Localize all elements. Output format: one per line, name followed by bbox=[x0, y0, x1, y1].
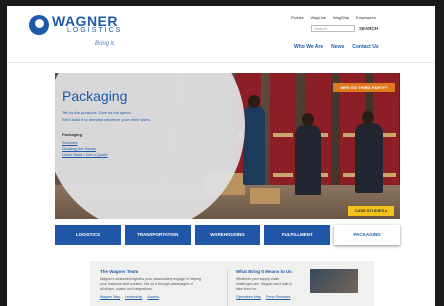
bring-it-panel-links: Operations Map Press Releases bbox=[236, 295, 308, 299]
hero-text-line: We'll build it to demand whatever your d… bbox=[62, 117, 151, 122]
search-input[interactable]: Search... bbox=[311, 25, 355, 32]
link-awards[interactable]: Awards bbox=[147, 295, 159, 299]
tab-packaging[interactable]: PACKAGING bbox=[334, 225, 400, 245]
link-leadership[interactable]: Leadership bbox=[125, 295, 142, 299]
link-press-releases[interactable]: Press Releases bbox=[266, 295, 291, 299]
utility-link-portals[interactable]: Portals bbox=[291, 15, 303, 20]
tab-transportation[interactable]: TRANSPORTATION bbox=[124, 225, 191, 245]
bring-it-panel: What Bring It Means to Us Whatever your … bbox=[236, 269, 308, 299]
browser-page: WAGNER LOGISTICS Bring it. Portals WagLi… bbox=[7, 6, 435, 306]
search-button[interactable]: SEARCH bbox=[359, 25, 378, 32]
hero-text-line: Tell us the products. Give us the specs. bbox=[62, 110, 132, 115]
utility-nav: Portals WagLink WagShip Employees bbox=[291, 15, 376, 20]
tab-logistics[interactable]: LOGISTICS bbox=[55, 225, 121, 245]
hero-title: Packaging bbox=[62, 88, 128, 104]
service-tabs: LOGISTICS TRANSPORTATION WAREHOUSING FUL… bbox=[55, 225, 400, 245]
warehouse-thumbnail-image[interactable] bbox=[310, 269, 358, 293]
utility-link-employees[interactable]: Employees bbox=[356, 15, 376, 20]
worker-figure bbox=[243, 105, 265, 185]
worker-head bbox=[302, 113, 314, 126]
brand-subtitle: LOGISTICS bbox=[67, 27, 123, 34]
main-nav: Who We Are News Contact Us bbox=[294, 44, 379, 50]
worker-figure bbox=[295, 125, 321, 195]
header-divider bbox=[7, 62, 435, 63]
hero-link-growing[interactable]: Growing the Sense bbox=[62, 146, 108, 151]
panel-text-line: all shape, scales and integrations. bbox=[100, 287, 153, 291]
cardboard-box bbox=[250, 188, 280, 204]
tab-fulfillment[interactable]: FULFILLMENT bbox=[264, 225, 331, 245]
worker-head bbox=[248, 95, 260, 108]
link-wagner-way[interactable]: Wagner Way bbox=[100, 295, 120, 299]
hero-link-quote[interactable]: Learn More / Get a Quote bbox=[62, 152, 108, 157]
link-operations-map[interactable]: Operations Map bbox=[236, 295, 261, 299]
info-panels: The Wagner Team Wagner's seasoned logist… bbox=[90, 261, 374, 306]
team-panel-body: Wagner's seasoned logistics pros passion… bbox=[100, 277, 220, 292]
utility-link-wagship[interactable]: WagShip bbox=[333, 15, 349, 20]
team-panel-title[interactable]: The Wagner Team bbox=[100, 269, 220, 274]
hero-link-services[interactable]: Services bbox=[62, 140, 108, 145]
nav-who-we-are[interactable]: Who We Are bbox=[294, 44, 323, 50]
hero-description: Tell us the products. Give us the specs.… bbox=[62, 109, 151, 123]
hero-links: Services Growing the Sense Learn More / … bbox=[62, 140, 108, 157]
worker-head bbox=[362, 111, 374, 124]
panel-divider bbox=[227, 269, 228, 306]
team-panel-links: Wagner Way Leadership Awards bbox=[100, 295, 220, 299]
bring-it-panel-body: Whatever your supply chain challenges ar… bbox=[236, 277, 308, 292]
tagline: Bring it. bbox=[95, 41, 116, 47]
nav-contact-us[interactable]: Contact Us bbox=[352, 44, 378, 50]
panel-text-line: take them on. bbox=[236, 287, 258, 291]
wagner-logo-icon[interactable] bbox=[29, 15, 49, 35]
nav-news[interactable]: News bbox=[331, 44, 344, 50]
tab-warehousing[interactable]: WAREHOUSING bbox=[194, 225, 261, 245]
hero-list-heading: Packaging bbox=[62, 132, 83, 137]
utility-link-waglink[interactable]: WagLink bbox=[310, 15, 325, 20]
worker-figure bbox=[355, 123, 383, 193]
case-studies-button[interactable]: CASE STUDIES ▸ bbox=[348, 206, 394, 216]
team-panel: The Wagner Team Wagner's seasoned logist… bbox=[100, 269, 220, 299]
why-third-party-button[interactable]: WHY GO THIRD-PARTY? bbox=[333, 83, 395, 92]
bring-it-panel-title[interactable]: What Bring It Means to Us bbox=[236, 269, 308, 274]
